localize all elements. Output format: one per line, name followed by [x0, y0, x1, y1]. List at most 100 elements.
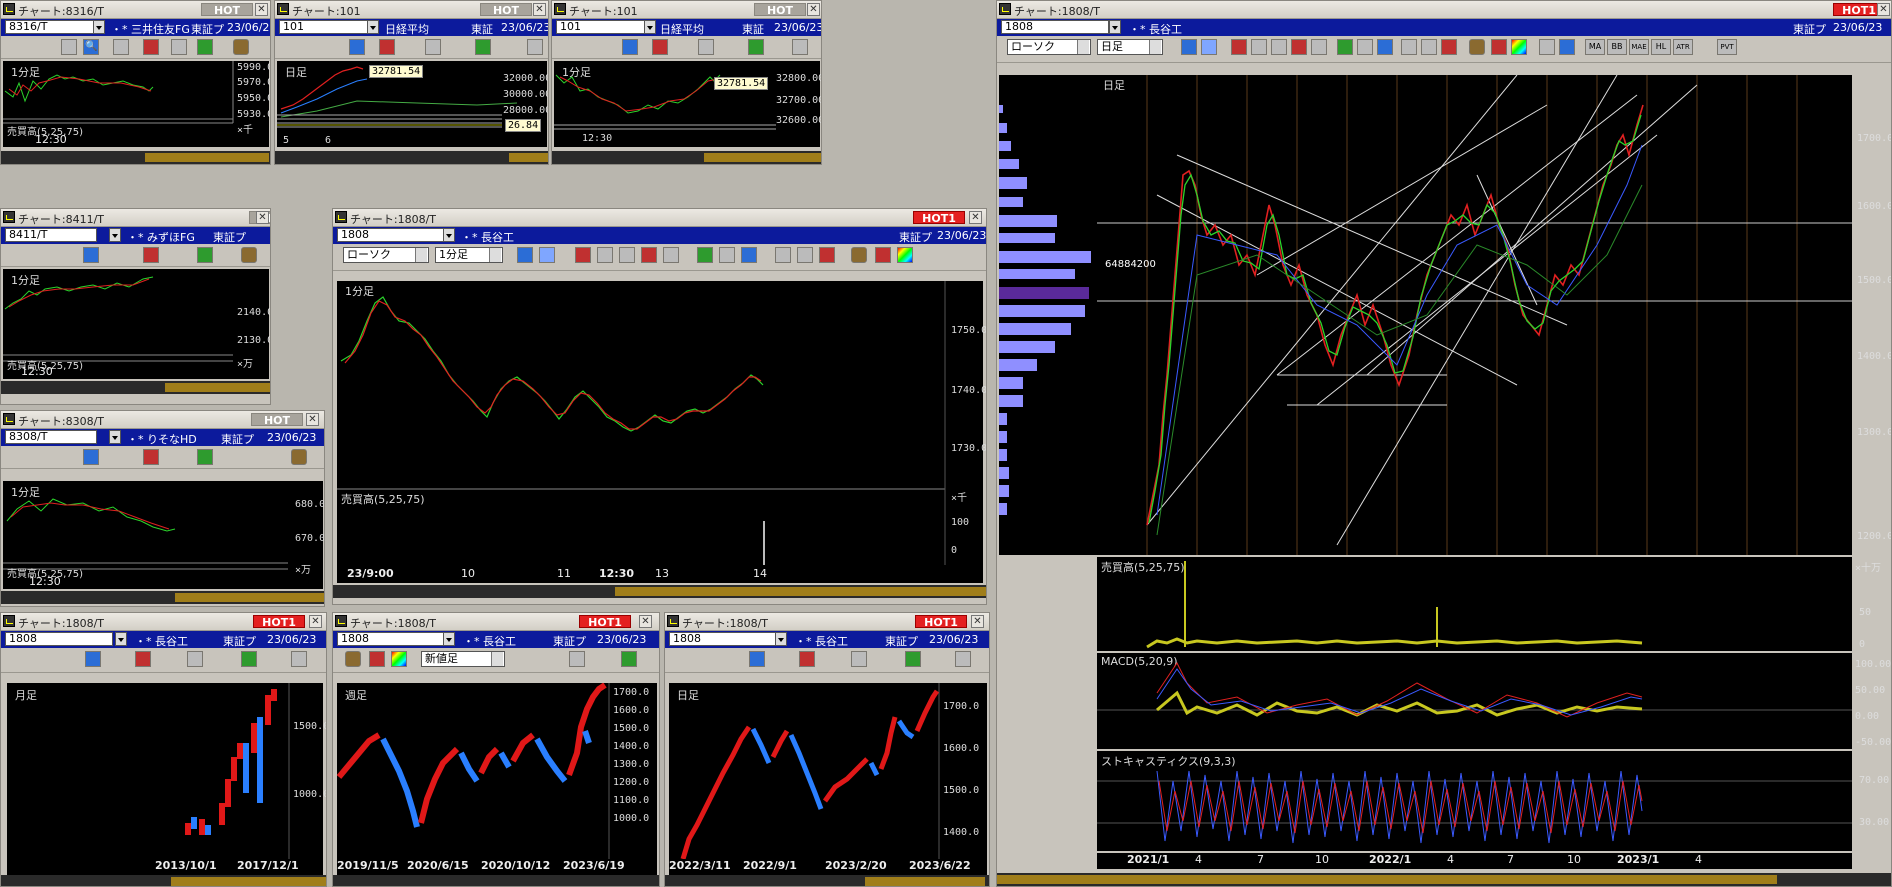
close-icon[interactable]: ✕	[309, 615, 322, 628]
price-chart[interactable]: 1分足 5990.0 5970.0 5950.0 5930.0 売買高(5,25…	[3, 61, 270, 147]
close-icon[interactable]: ✕	[256, 211, 269, 224]
erase-all-icon[interactable]	[1421, 39, 1437, 55]
pen-icon[interactable]	[741, 247, 757, 263]
scroll-thumb[interactable]	[171, 877, 326, 886]
window-titlebar[interactable]: チャート:8316/T HOT ✕	[1, 1, 270, 19]
log-icon[interactable]	[792, 39, 808, 55]
scroll-thumb[interactable]	[615, 587, 986, 596]
pvt-button[interactable]: PVT	[1717, 39, 1737, 55]
close-icon[interactable]: ✕	[807, 3, 820, 16]
hl-button[interactable]: HL	[1651, 39, 1671, 55]
hot-button[interactable]: HOT1	[915, 615, 967, 629]
scroll-thumb[interactable]	[165, 383, 270, 392]
time-scrollbar[interactable]	[275, 151, 548, 164]
pointer-icon[interactable]	[719, 247, 735, 263]
gear-icon[interactable]	[241, 247, 257, 263]
tool-icon[interactable]	[698, 39, 714, 55]
gear-icon[interactable]	[291, 449, 307, 465]
tool-icon[interactable]	[171, 39, 187, 55]
magnifier-icon[interactable]	[1251, 39, 1267, 55]
zoom-icon[interactable]	[85, 651, 101, 667]
symbol-input[interactable]: 8316/T	[5, 20, 97, 34]
gear-icon[interactable]	[345, 651, 361, 667]
menu-button[interactable]	[61, 39, 77, 55]
period-select[interactable]: 1分足	[435, 247, 503, 263]
time-scrollbar[interactable]	[333, 875, 659, 886]
settings-icon[interactable]	[113, 39, 129, 55]
chart-type-select[interactable]: 新値足	[421, 651, 505, 667]
chevron-down-icon[interactable]	[367, 20, 379, 34]
symbol-input[interactable]: 8308/T	[5, 430, 97, 444]
zoom-icon[interactable]	[83, 449, 99, 465]
price-chart[interactable]: 1分足 1750.0 1740.0 1730.0 売買高(5,25,75) ×千…	[337, 281, 986, 573]
draw-icon[interactable]	[905, 651, 921, 667]
scroll-thumb[interactable]	[509, 153, 548, 162]
tool-icon[interactable]	[569, 651, 585, 667]
zoom-icon[interactable]: 🔍	[83, 39, 99, 55]
log-icon[interactable]	[527, 39, 543, 55]
color-icon[interactable]	[1511, 39, 1527, 55]
tools-icon[interactable]	[1491, 39, 1507, 55]
symbol-input[interactable]: 1808	[337, 228, 445, 242]
draw-icon[interactable]	[621, 651, 637, 667]
zoom-icon[interactable]	[517, 247, 533, 263]
zoom-icon[interactable]	[749, 651, 765, 667]
tools-icon[interactable]	[875, 247, 891, 263]
close-icon[interactable]: ✕	[255, 3, 268, 16]
hot-button[interactable]: HOT	[251, 413, 303, 427]
hot-button[interactable]: HOT	[754, 3, 806, 17]
hot-button[interactable]: HOT	[480, 3, 532, 17]
chevron-down-icon[interactable]	[443, 632, 455, 646]
scroll-thumb[interactable]	[997, 875, 1777, 884]
window-titlebar[interactable]: チャート:101 HOT ✕	[552, 1, 821, 19]
time-scrollbar[interactable]	[1, 381, 270, 394]
ma-button[interactable]: MA	[1585, 39, 1605, 55]
close-icon[interactable]: ✕	[639, 615, 652, 628]
all-icon[interactable]	[819, 247, 835, 263]
price-chart[interactable]: 日足 1700.0 1600.0 1500.0 1400.0 1300.0 12…	[1097, 75, 1891, 555]
window-titlebar[interactable]: チャート:1808/T HOT1 ✕	[665, 613, 989, 631]
window-titlebar[interactable]: チャート:1808/T HOT1 ✕	[997, 1, 1891, 19]
tools-icon[interactable]	[369, 651, 385, 667]
price-chart[interactable]: 日足 1700.0 1600.0 1500.0 1400.0	[669, 683, 987, 871]
template-icon[interactable]	[1559, 39, 1575, 55]
scroll-thumb[interactable]	[175, 593, 324, 602]
chart-type-select[interactable]: ローソク	[343, 247, 429, 263]
erase-icon[interactable]	[775, 247, 791, 263]
draw-icon[interactable]	[197, 247, 213, 263]
tool-icon[interactable]	[187, 651, 203, 667]
scroll-thumb[interactable]	[145, 153, 269, 162]
grid-icon[interactable]	[1271, 39, 1287, 55]
symbol-input[interactable]: 101	[556, 20, 648, 34]
close-icon[interactable]: ✕	[1877, 3, 1890, 16]
line-icon[interactable]	[663, 247, 679, 263]
color-icon[interactable]	[897, 247, 913, 263]
draw-icon[interactable]	[748, 39, 764, 55]
time-scrollbar[interactable]	[665, 875, 989, 886]
time-scrollbar[interactable]	[1, 151, 270, 164]
price-chart[interactable]: 1分足 32781.54 32800.00 32700.00 32600.00 …	[554, 61, 821, 147]
chevron-down-icon[interactable]	[93, 20, 105, 34]
draw-icon[interactable]	[241, 651, 257, 667]
symbol-input[interactable]: 101	[279, 20, 371, 34]
gear-icon[interactable]	[233, 39, 249, 55]
chevron-down-icon[interactable]	[443, 228, 455, 242]
tool-icon[interactable]	[425, 39, 441, 55]
price-chart[interactable]: 日足 32781.54 32000.00 30000.00 28000.00 2…	[277, 61, 548, 147]
bb-button[interactable]: BB	[1607, 39, 1627, 55]
chevron-down-icon[interactable]	[109, 228, 121, 242]
symbol-input[interactable]: 1808	[1001, 20, 1109, 34]
symbol-input[interactable]: 1808	[669, 632, 777, 646]
indicator-icon[interactable]	[135, 651, 151, 667]
indicator-icon[interactable]	[143, 247, 159, 263]
hot-button[interactable]: HOT	[201, 3, 253, 17]
indicator-icon[interactable]	[652, 39, 668, 55]
settings-icon[interactable]	[955, 651, 971, 667]
hot-button[interactable]: HOT1	[579, 615, 631, 629]
chevron-down-icon[interactable]	[115, 632, 127, 646]
indicator-icon[interactable]	[1231, 39, 1247, 55]
zoom-icon[interactable]	[1181, 39, 1197, 55]
chevron-down-icon[interactable]	[644, 20, 656, 34]
log-icon[interactable]	[1539, 39, 1555, 55]
draw-icon[interactable]	[697, 247, 713, 263]
